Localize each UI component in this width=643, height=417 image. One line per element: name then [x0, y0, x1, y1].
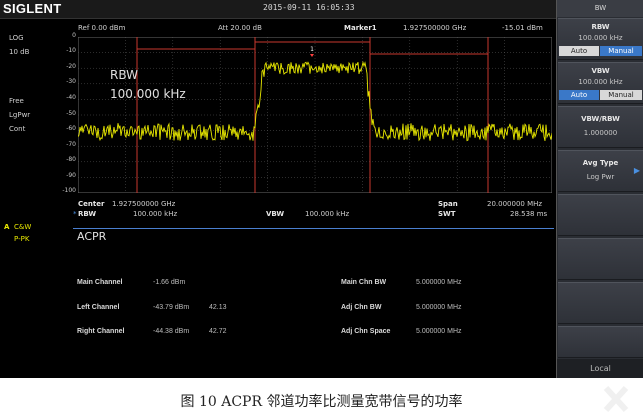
main-chn-bw-label: Main Chn BW: [341, 279, 387, 286]
y-tick: -40: [66, 94, 76, 101]
adj-chn-space-value: 5.000000 MHz: [416, 328, 462, 335]
scale-type: LOG: [9, 34, 24, 42]
vbw-softkey[interactable]: VBW 100.000 kHz Auto Manual: [558, 62, 643, 104]
left-channel-value: -43.79 dBm: [153, 304, 190, 311]
avg-type-value: Log Pwr: [586, 173, 615, 181]
siglent-logo: SIGLENT: [3, 1, 62, 16]
rbw-label: RBW: [78, 210, 97, 218]
trigger-mode: Free: [9, 97, 24, 105]
empty-softkey-7[interactable]: [558, 282, 643, 324]
marker-1-number: 1: [310, 46, 314, 53]
vbw-softkey-value: 100.000 kHz: [578, 78, 623, 86]
analyzer-screen: SIGLENT 2015-09-11 16:05:33 Ref 0.00 dBm…: [0, 0, 643, 378]
watermark-logo-icon: [603, 385, 629, 413]
local-status: Local: [557, 359, 643, 378]
ref-level[interactable]: Ref 0.00 dBm: [78, 24, 125, 32]
marker-frequency: 1.927500000 GHz: [403, 24, 467, 32]
y-tick: -20: [66, 63, 76, 70]
avg-type-title: Avg Type: [582, 159, 619, 167]
swt-value: 28.538 ms: [510, 210, 548, 218]
marker-label: Marker1: [344, 24, 377, 32]
empty-softkey-6[interactable]: [558, 238, 643, 280]
left-channel-ratio: 42.13: [209, 304, 227, 311]
submenu-arrow-icon: ▶: [633, 166, 640, 175]
menu-title: BW: [557, 0, 643, 17]
left-channel-label: Left Channel: [77, 304, 120, 311]
main-channel-value: -1.66 dBm: [153, 279, 186, 286]
rbw-auto-toggle[interactable]: Auto: [559, 46, 599, 56]
adj-chn-space-label: Adj Chn Space: [341, 328, 391, 335]
main-channel-label: Main Channel: [77, 279, 123, 286]
ratio-softkey-value: 1.000000: [583, 129, 618, 137]
y-tick: -10: [66, 47, 76, 54]
average-type: LgPwr: [9, 111, 31, 119]
vbw-value: 100.000 kHz: [305, 210, 350, 218]
figure-caption: 图 10 ACPR 邻道功率比测量宽带信号的功率: [180, 394, 463, 410]
rbw-overlay-label: RBW: [110, 68, 139, 82]
trace-a-indicator: A: [4, 223, 10, 231]
y-tick: -70: [66, 141, 76, 148]
vbw-manual-toggle[interactable]: Manual: [600, 90, 642, 100]
right-channel-ratio: 42.72: [209, 328, 227, 335]
right-channel-label: Right Channel: [77, 328, 125, 335]
empty-softkey-8[interactable]: [558, 326, 643, 358]
y-tick: -50: [66, 110, 76, 117]
trace-a-mode: C&W: [14, 223, 32, 231]
y-tick: -60: [66, 125, 76, 132]
acpr-title: ACPR: [77, 230, 107, 243]
marker-level: -15.01 dBm: [502, 24, 543, 32]
rbw-manual-toggle[interactable]: Manual: [600, 46, 642, 56]
y-tick: 0: [72, 32, 76, 39]
center-frequency[interactable]: 1.927500000 GHz: [112, 200, 175, 208]
rbw-star-icon: *: [73, 210, 77, 218]
acpr-divider: [73, 228, 554, 229]
y-tick: -80: [66, 156, 76, 163]
y-tick: -100: [62, 187, 76, 194]
center-label: Center: [78, 200, 105, 208]
rbw-softkey-title: RBW: [591, 23, 610, 31]
vbw-label: VBW: [266, 210, 285, 218]
vbw-auto-toggle[interactable]: Auto: [559, 90, 599, 100]
y-tick: -90: [66, 172, 76, 179]
rbw-value: 100.000 kHz: [133, 210, 178, 218]
sweep-mode: Cont: [9, 125, 26, 133]
right-channel-value: -44.38 dBm: [153, 328, 190, 335]
vbw-softkey-title: VBW: [591, 67, 610, 75]
detector-mode: P-PK: [14, 235, 30, 243]
rbw-softkey[interactable]: RBW 100.000 kHz Auto Manual: [558, 18, 643, 60]
span-value[interactable]: 20.000000 MHz: [487, 200, 542, 208]
spectrum-plot[interactable]: 1: [78, 37, 552, 193]
swt-label: SWT: [438, 210, 456, 218]
top-bar: SIGLENT 2015-09-11 16:05:33: [0, 0, 556, 19]
rbw-softkey-value: 100.000 kHz: [578, 34, 623, 42]
span-label: Span: [438, 200, 458, 208]
main-chn-bw-value: 5.000000 MHz: [416, 279, 462, 286]
attenuation[interactable]: Att 20.00 dB: [218, 24, 262, 32]
adj-chn-bw-value: 5.000000 MHz: [416, 304, 462, 311]
scale-per-div: 10 dB: [9, 48, 30, 56]
avg-type-softkey[interactable]: Avg Type Log Pwr ▶: [558, 150, 643, 192]
y-tick: -30: [66, 78, 76, 85]
softkey-panel: BW RBW 100.000 kHz Auto Manual VBW 100.0…: [556, 0, 643, 378]
ratio-softkey-title: VBW/RBW: [581, 115, 620, 123]
rbw-overlay-value: 100.000 kHz: [110, 87, 186, 101]
adj-chn-bw-label: Adj Chn BW: [341, 304, 382, 311]
empty-softkey-5[interactable]: [558, 194, 643, 236]
vbw-rbw-ratio-softkey[interactable]: VBW/RBW 1.000000: [558, 106, 643, 148]
datetime: 2015-09-11 16:05:33: [263, 3, 355, 12]
